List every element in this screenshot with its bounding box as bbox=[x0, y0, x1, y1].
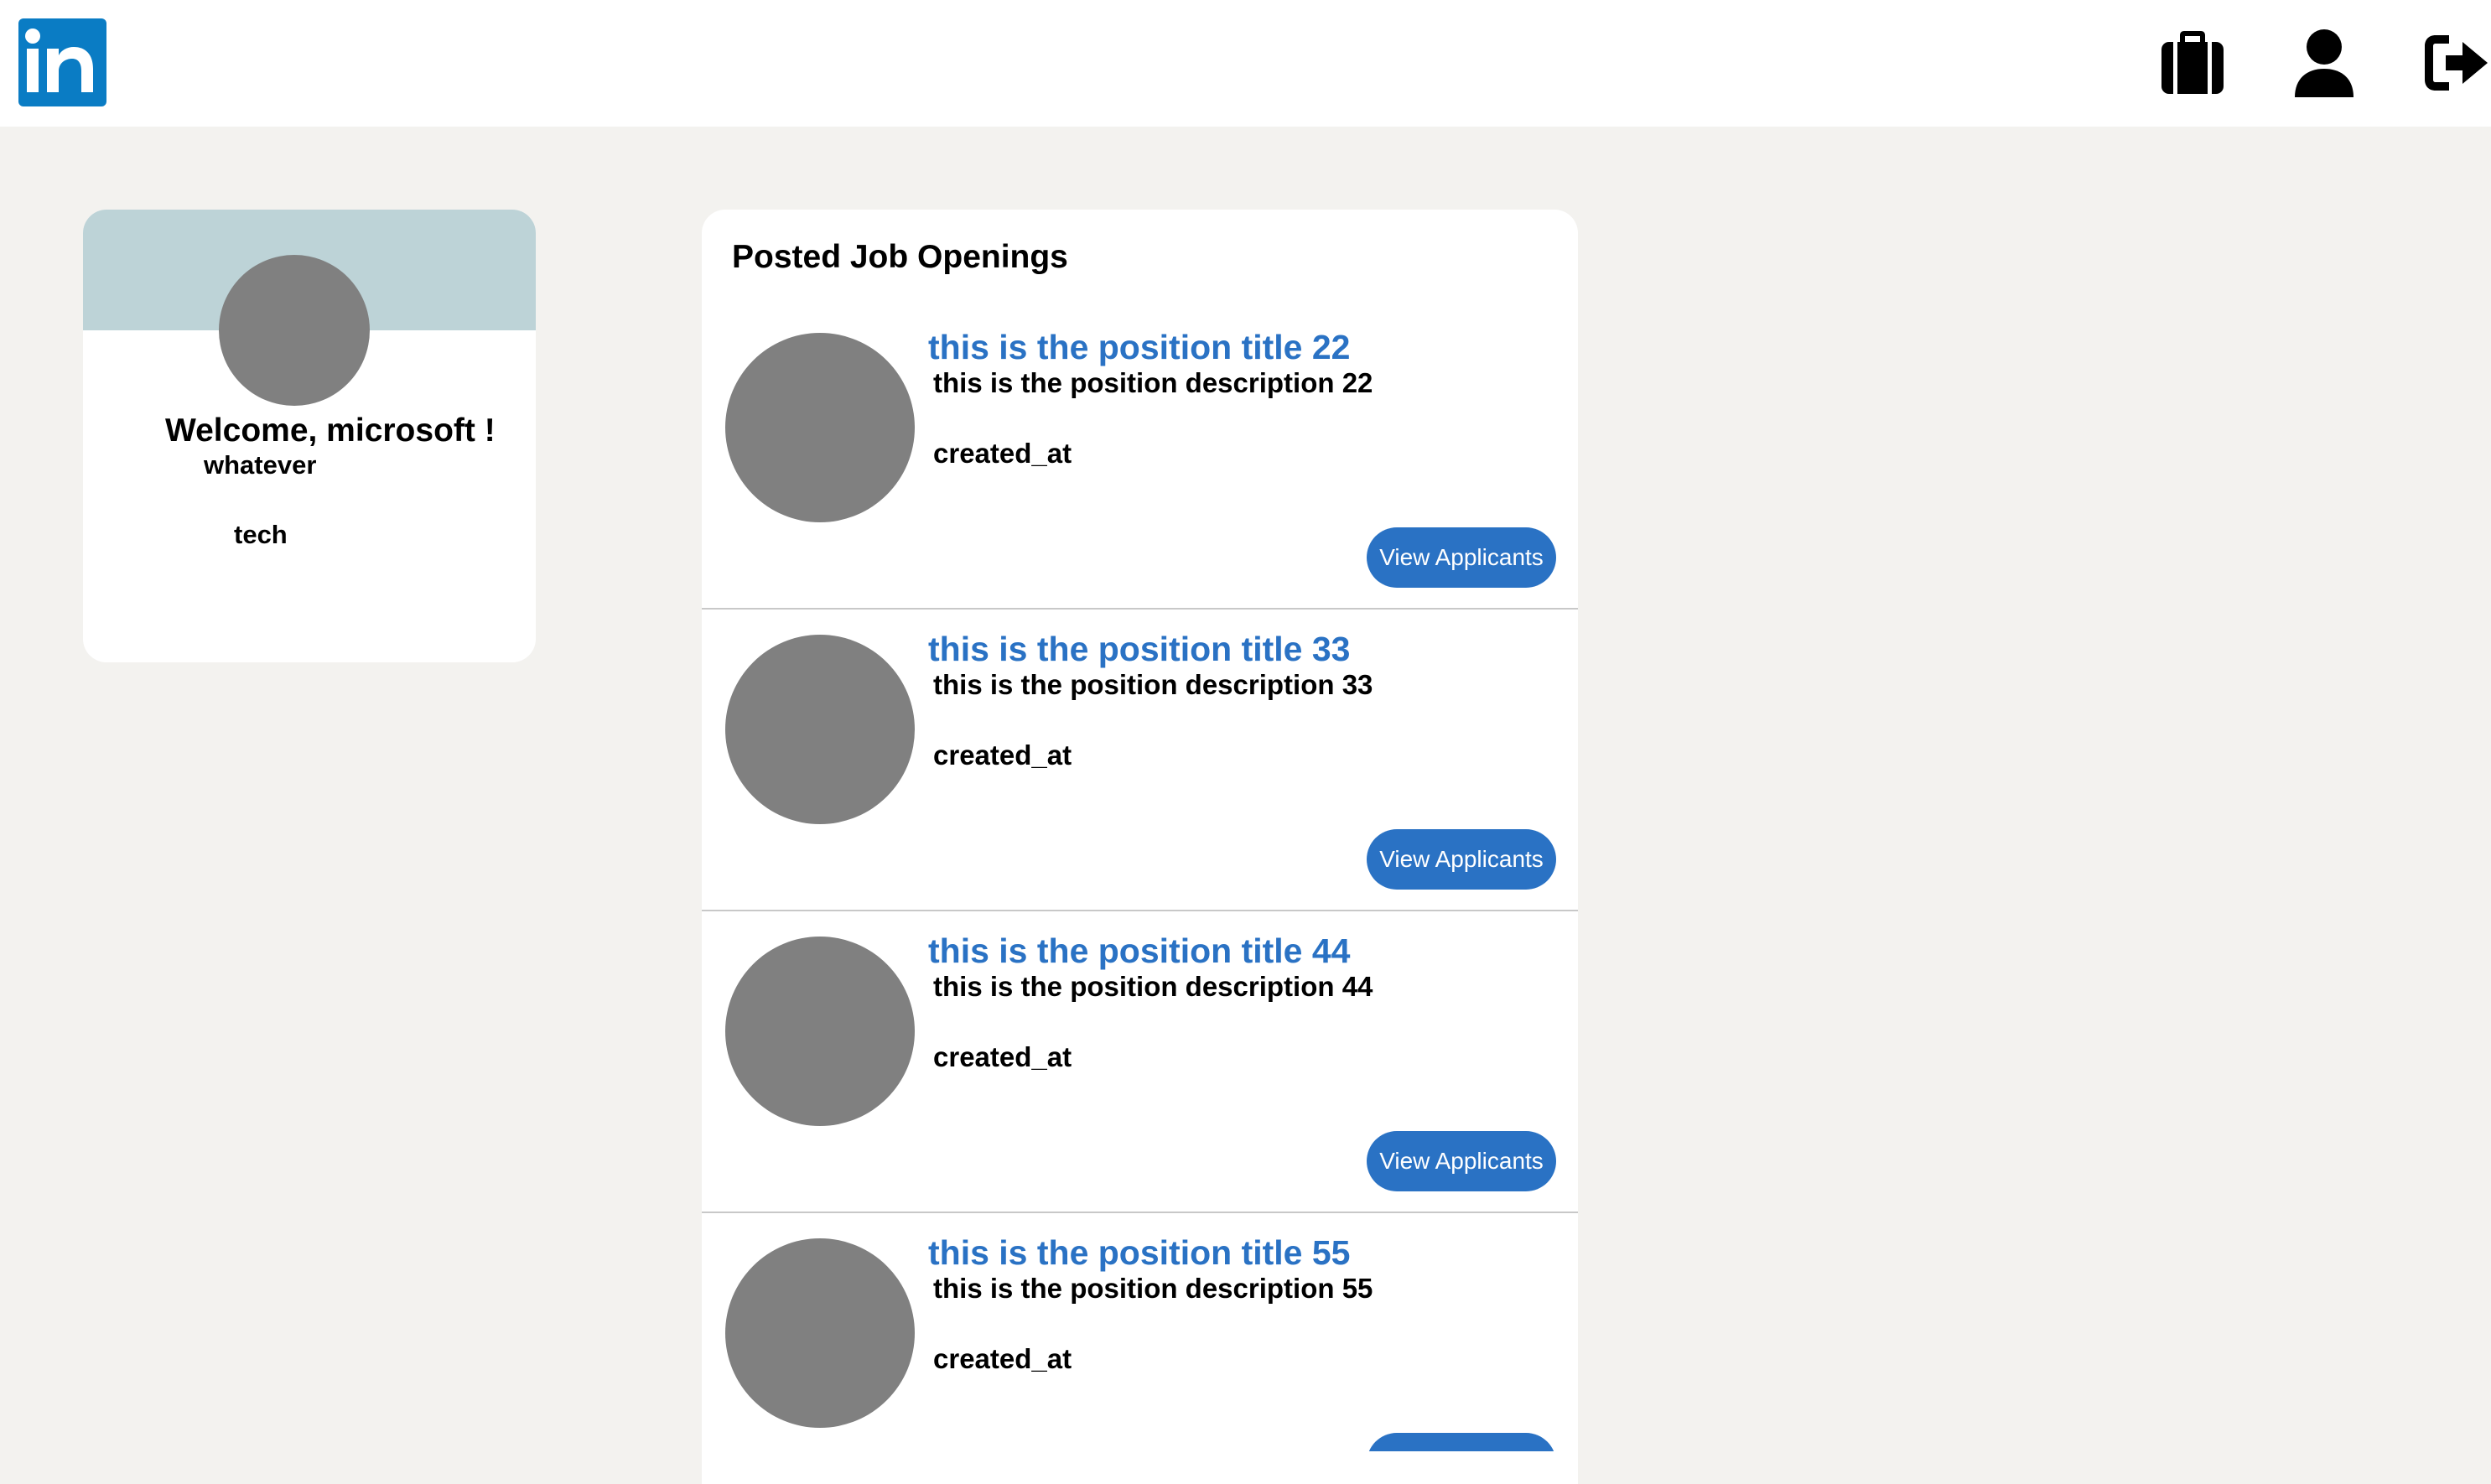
job-created-at: created_at bbox=[933, 739, 1072, 771]
job-item: this is the position title 33 this is th… bbox=[702, 610, 1578, 911]
job-title-link[interactable]: this is the position title 33 bbox=[928, 630, 1350, 669]
sign-out-icon[interactable] bbox=[2419, 25, 2491, 101]
avatar[interactable] bbox=[219, 255, 370, 406]
job-title-link[interactable]: this is the position title 55 bbox=[928, 1233, 1350, 1273]
job-created-at: created_at bbox=[933, 1041, 1072, 1072]
job-title-link[interactable]: this is the position title 22 bbox=[928, 328, 1350, 367]
user-icon[interactable] bbox=[2286, 25, 2362, 101]
job-logo bbox=[725, 1238, 915, 1428]
linkedin-logo[interactable] bbox=[18, 18, 106, 106]
linkedin-logo-icon bbox=[25, 29, 93, 92]
job-logo bbox=[725, 937, 915, 1126]
profile-subtitle: whatever bbox=[204, 450, 317, 480]
job-description: this is the position description 55 bbox=[933, 1273, 1373, 1304]
job-item: this is the position title 22 this is th… bbox=[702, 308, 1578, 610]
top-navbar bbox=[0, 0, 2491, 127]
job-created-at: created_at bbox=[933, 438, 1072, 469]
job-logo bbox=[725, 635, 915, 824]
view-applicants-button[interactable]: View Applicants bbox=[1367, 1433, 1556, 1451]
welcome-text: Welcome, microsoft ! bbox=[165, 413, 496, 449]
section-heading: Posted Job Openings bbox=[732, 239, 1068, 275]
job-title-link[interactable]: this is the position title 44 bbox=[928, 931, 1350, 971]
job-description: this is the position description 22 bbox=[933, 367, 1373, 398]
view-applicants-button[interactable]: View Applicants bbox=[1367, 829, 1556, 890]
job-item: this is the position title 44 this is th… bbox=[702, 911, 1578, 1213]
profile-industry: tech bbox=[234, 520, 288, 549]
job-description: this is the position description 33 bbox=[933, 669, 1373, 700]
view-applicants-button[interactable]: View Applicants bbox=[1367, 1131, 1556, 1191]
job-description: this is the position description 44 bbox=[933, 971, 1373, 1002]
job-item: this is the position title 55 this is th… bbox=[702, 1213, 1578, 1451]
job-logo bbox=[725, 333, 915, 522]
briefcase-icon[interactable] bbox=[2155, 25, 2230, 101]
job-created-at: created_at bbox=[933, 1343, 1072, 1374]
view-applicants-button[interactable]: View Applicants bbox=[1367, 527, 1556, 588]
